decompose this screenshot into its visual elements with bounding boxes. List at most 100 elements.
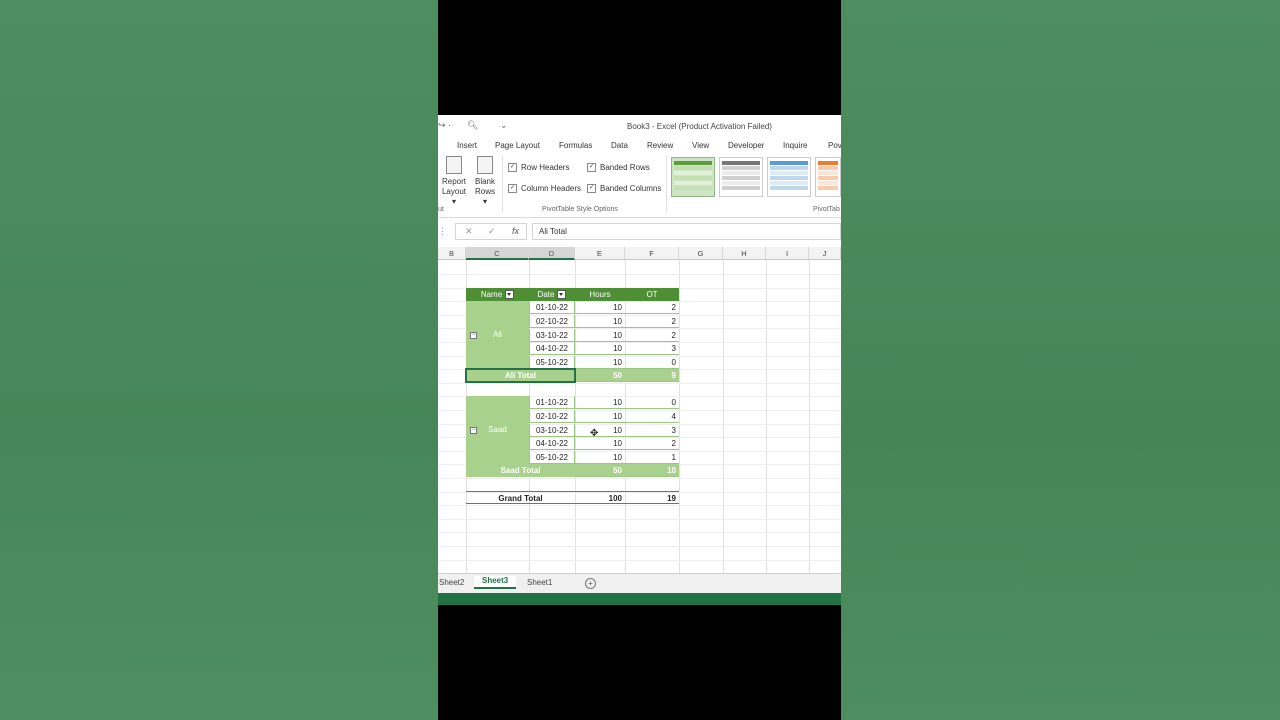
add-sheet-icon[interactable]: + [585,578,596,589]
pivot-date-cell[interactable]: 04-10-22 [529,342,575,355]
pivot-date-cell[interactable]: 04-10-22 [529,437,575,450]
excel-window: ↪ · 🔍︎ ⌄ Book3 - Excel (Product Activati… [438,115,841,605]
tab-formulas[interactable]: Formulas [559,141,592,150]
grid-row-line [438,560,841,561]
filter-dropdown-icon[interactable] [557,290,567,300]
sheet-tab-sheet3[interactable]: Sheet3 [474,576,517,589]
column-header-j[interactable]: J [809,247,841,260]
pivot-subtotal-hours[interactable]: 50 [575,369,625,382]
pivot-ot-cell[interactable]: 3 [625,342,679,355]
report-layout-button[interactable]: Report Layout ▾ [439,156,469,207]
tab-power[interactable]: Pov [828,141,841,150]
pivot-ot-cell[interactable]: 3 [625,424,679,437]
video-frame: ↪ · 🔍︎ ⌄ Book3 - Excel (Product Activati… [438,0,841,720]
grid-row-line [438,274,841,275]
pivot-ot-cell[interactable]: 2 [625,315,679,328]
grand-total-label[interactable]: Grand Total [466,491,575,504]
check-icon: ✓ [508,163,517,173]
pivot-hours-cell[interactable]: 10 [575,329,625,342]
sheet-tab-sheet1[interactable]: Sheet1 [527,578,552,587]
enter-icon[interactable]: ✓ [488,226,496,237]
pivot-header-ot[interactable]: OT [625,288,679,301]
tab-developer[interactable]: Developer [728,141,764,150]
header-label: Date [537,290,555,299]
pivot-date-cell[interactable]: 05-10-22 [529,451,575,464]
pivot-hours-cell[interactable]: 10 [575,396,625,409]
pivot-date-cell[interactable]: 02-10-22 [529,410,575,423]
pivot-hours-cell[interactable]: 10 [575,356,625,369]
column-header-h[interactable]: H [723,247,766,260]
pivot-ot-cell[interactable]: 2 [625,329,679,342]
pivot-hours-cell[interactable]: 10 [575,451,625,464]
style-swatch-blue[interactable] [767,157,811,197]
pivot-hours-cell[interactable]: 10 [575,410,625,423]
tab-review[interactable]: Review [647,141,673,150]
check-icon: ✓ [587,184,596,194]
function-icon[interactable]: fx [512,226,519,236]
formula-input[interactable]: Ali Total [532,223,841,240]
pivot-date-cell[interactable]: 03-10-22 [529,329,575,342]
pivot-ot-cell[interactable]: 0 [625,356,679,369]
collapse-icon[interactable]: − [470,427,477,434]
pivot-hours-cell[interactable]: 10 [575,315,625,328]
style-swatch-gray[interactable] [719,157,763,197]
grand-total-hours[interactable]: 100 [575,491,625,504]
pivot-ot-cell[interactable]: 2 [625,301,679,314]
pivot-ot-cell[interactable]: 2 [625,437,679,450]
customize-toolbar-icon[interactable]: ⌄ [500,120,508,131]
cancel-icon[interactable]: ✕ [465,226,473,237]
pivot-date-cell[interactable]: 01-10-22 [529,301,575,314]
pivot-subtotal-ot[interactable]: 10 [625,464,679,477]
style-swatch-orange[interactable] [815,157,841,197]
more-icon: ⋮ [438,226,447,236]
tab-page-layout[interactable]: Page Layout [495,141,540,150]
pivot-hours-cell[interactable]: 10 [575,437,625,450]
grand-total-ot[interactable]: 19 [625,491,679,504]
row-headers-checkbox[interactable]: ✓ Row Headers [508,163,570,173]
pivot-date-cell[interactable]: 03-10-22 [529,424,575,437]
sheet-tab-bar: Sheet2 Sheet3 Sheet1 + [438,573,841,594]
tab-data[interactable]: Data [611,141,628,150]
tab-insert[interactable]: Insert [457,141,477,150]
layout-group-label: ut [438,206,444,213]
banded-rows-checkbox[interactable]: ✓ Banded Rows [587,163,650,173]
pivot-subtotal-ot[interactable]: 9 [625,369,679,382]
redo-icon[interactable]: ↪ · [438,120,451,131]
banded-columns-checkbox[interactable]: ✓ Banded Columns [587,184,661,194]
column-header-d[interactable]: D [529,247,575,260]
tab-inquire[interactable]: Inquire [783,141,807,150]
column-headers-checkbox[interactable]: ✓ Column Headers [508,184,581,194]
column-header-f[interactable]: F [625,247,679,260]
pivot-ot-cell[interactable]: 4 [625,410,679,423]
pivot-ot-cell[interactable]: 0 [625,396,679,409]
ribbon: Report Layout ▾ Blank Rows ▾ ut ✓ Row Hea… [438,153,841,218]
pivot-header-date[interactable]: Date [529,288,575,301]
row-headers-label: Row Headers [521,163,570,172]
style-swatch-green[interactable] [671,157,715,197]
column-header-b[interactable]: B [438,247,466,260]
column-header-g[interactable]: G [679,247,723,260]
mouse-cursor-icon: ✥ [590,428,599,439]
collapse-icon[interactable]: − [470,332,477,339]
check-icon: ✓ [587,163,596,173]
pivot-date-cell[interactable]: 02-10-22 [529,315,575,328]
column-header-e[interactable]: E [575,247,625,260]
column-header-c[interactable]: C [466,247,529,260]
sheet-tab-sheet2[interactable]: Sheet2 [439,578,464,587]
pivot-header-name[interactable]: Name [466,288,529,301]
pivot-hours-cell[interactable]: 10 [575,342,625,355]
pivot-header-hours[interactable]: Hours [575,288,625,301]
blank-rows-button[interactable]: Blank Rows ▾ [472,156,498,207]
print-preview-icon[interactable]: 🔍︎ [467,120,478,131]
column-header-i[interactable]: I [766,247,809,260]
pivot-ot-cell[interactable]: 1 [625,451,679,464]
pivot-hours-cell[interactable]: 10 [575,301,625,314]
pivot-date-cell[interactable]: 01-10-22 [529,396,575,409]
pivot-hours-cell[interactable]: 10 [575,424,625,437]
ribbon-divider [666,155,667,213]
filter-dropdown-icon[interactable] [505,290,515,300]
grid-row-line [438,532,841,533]
tab-view[interactable]: View [692,141,709,150]
pivot-subtotal-label[interactable]: Saad Total [466,464,575,477]
pivot-subtotal-hours[interactable]: 50 [575,464,625,477]
